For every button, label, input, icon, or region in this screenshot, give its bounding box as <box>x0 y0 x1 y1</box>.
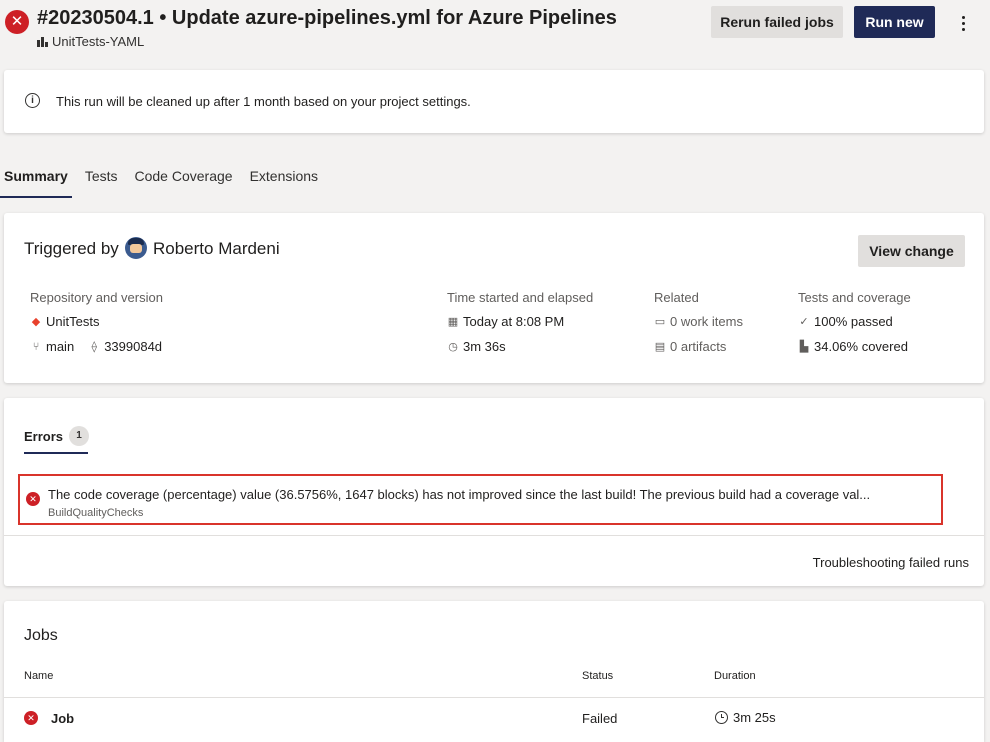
error-icon: ✕ <box>24 711 38 725</box>
pipeline-icon <box>37 37 48 47</box>
commit-icon: ⟠ <box>91 341 97 353</box>
start-time-text: Today at 8:08 PM <box>463 314 565 329</box>
work-items-text[interactable]: 0 work items <box>670 314 743 329</box>
related-header: Related <box>654 290 699 305</box>
artifacts-text[interactable]: 0 artifacts <box>670 339 726 354</box>
more-actions-icon[interactable] <box>954 10 972 36</box>
jobs-card: Jobs Name Status Duration ✕ Job Failed 3… <box>4 601 984 742</box>
info-icon: i <box>25 93 40 108</box>
error-icon: ✕ <box>26 492 40 506</box>
clock-icon: ◷ <box>448 341 458 353</box>
tests-passed-link[interactable]: ✓ 100% passed <box>798 314 893 329</box>
elapsed-time: ◷ 3m 36s <box>447 339 506 354</box>
artifacts-link[interactable]: ▤ 0 artifacts <box>654 339 727 354</box>
errors-count-badge: 1 <box>69 426 90 446</box>
calendar-icon: ▦ <box>447 316 459 328</box>
errors-tab[interactable]: Errors 1 <box>24 426 90 446</box>
pipeline-name[interactable]: UnitTests-YAML <box>52 34 144 49</box>
tab-code-coverage[interactable]: Code Coverage <box>131 160 237 198</box>
error-message[interactable]: The code coverage (percentage) value (36… <box>48 487 870 502</box>
avatar <box>125 237 147 259</box>
troubleshooting-link[interactable]: Troubleshooting failed runs <box>813 555 969 570</box>
start-time: ▦ Today at 8:08 PM <box>447 314 564 329</box>
coverage-text[interactable]: 34.06% covered <box>814 339 908 354</box>
job-status: Failed <box>582 711 618 726</box>
artifact-icon: ▤ <box>654 341 666 353</box>
error-source: BuildQualityChecks <box>48 507 144 519</box>
error-item[interactable]: ✕ The code coverage (percentage) value (… <box>18 474 943 525</box>
pipeline-link[interactable]: UnitTests-YAML <box>37 34 144 49</box>
check-circle-icon: ✓ <box>799 316 809 328</box>
run-header: ✕ #20230504.1 • Update azure-pipelines.y… <box>0 0 990 60</box>
git-repo-icon: ◆ <box>31 316 41 328</box>
job-duration: 3m 25s <box>715 710 776 725</box>
view-change-button[interactable]: View change <box>858 235 965 267</box>
repository-link[interactable]: ◆ UnitTests <box>30 314 100 329</box>
branch-info: ⑂ main ⟠ 3399084d <box>30 339 162 354</box>
work-items-link[interactable]: ▭ 0 work items <box>654 314 743 329</box>
retention-notice-text: This run will be cleaned up after 1 mont… <box>56 94 471 109</box>
summary-card: Triggered by Roberto Mardeni View change… <box>4 213 984 383</box>
column-header-duration: Duration <box>714 670 756 682</box>
retention-notice: i This run will be cleaned up after 1 mo… <box>4 70 984 133</box>
job-name[interactable]: Job <box>51 711 74 726</box>
run-title: #20230504.1 • Update azure-pipelines.yml… <box>37 7 617 29</box>
commit-link[interactable]: 3399084d <box>104 339 162 354</box>
coverage-chart-icon: ▙ <box>799 341 809 353</box>
tab-tests[interactable]: Tests <box>81 160 122 198</box>
errors-card: Errors 1 ✕ The code coverage (percentage… <box>4 398 984 586</box>
column-header-name: Name <box>24 670 54 682</box>
elapsed-time-text: 3m 36s <box>463 339 506 354</box>
tab-extensions[interactable]: Extensions <box>246 160 322 198</box>
repository-name[interactable]: UnitTests <box>46 314 99 329</box>
error-status-icon: ✕ <box>5 10 29 34</box>
jobs-title: Jobs <box>24 627 58 644</box>
table-row[interactable]: ✕ Job Failed 3m 25s <box>4 699 984 737</box>
divider <box>4 697 984 698</box>
branch-name: main <box>46 339 75 354</box>
time-header: Time started and elapsed <box>447 290 594 305</box>
branch-icon: ⑂ <box>32 340 40 353</box>
divider <box>4 535 984 536</box>
errors-tab-label[interactable]: Errors <box>24 429 63 444</box>
rerun-failed-jobs-button[interactable]: Rerun failed jobs <box>711 6 843 38</box>
run-new-button[interactable]: Run new <box>854 6 935 38</box>
clock-icon <box>715 711 728 724</box>
clipboard-icon: ▭ <box>654 316 666 328</box>
run-tabs: Summary Tests Code Coverage Extensions <box>0 160 331 198</box>
repository-header: Repository and version <box>30 290 163 305</box>
triggered-by-label: Triggered by <box>24 239 119 258</box>
coverage-link[interactable]: ▙ 34.06% covered <box>798 339 908 354</box>
tab-summary[interactable]: Summary <box>0 160 72 198</box>
tests-header: Tests and coverage <box>798 290 911 305</box>
column-header-status: Status <box>582 670 614 682</box>
errors-tab-underline <box>24 452 88 454</box>
job-duration-text: 3m 25s <box>733 710 776 725</box>
tests-passed-text[interactable]: 100% passed <box>814 314 893 329</box>
triggered-by-user: Roberto Mardeni <box>153 239 280 258</box>
